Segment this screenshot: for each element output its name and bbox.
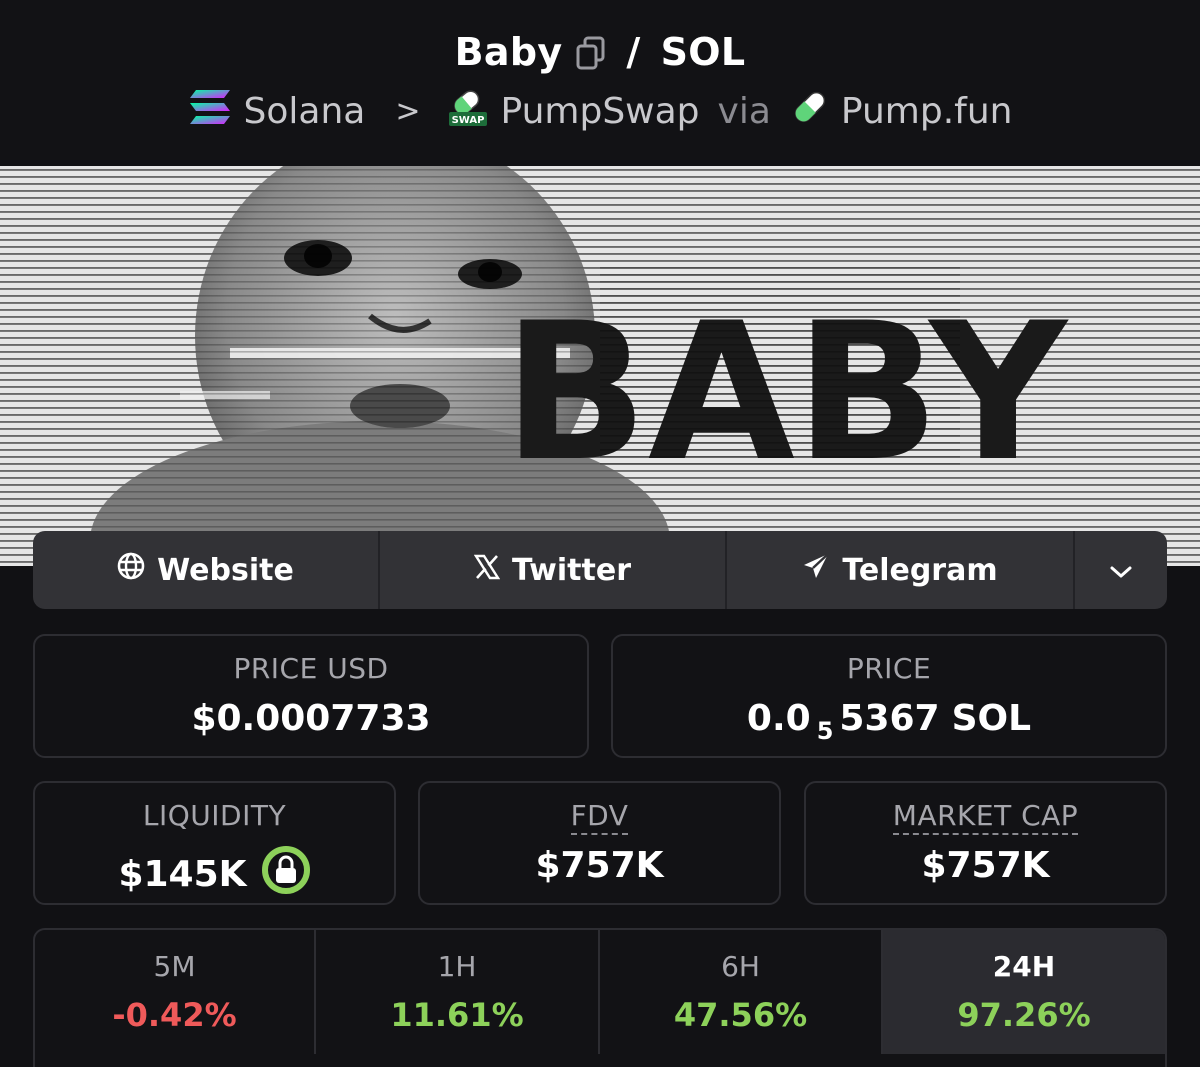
- period-label: 24H: [992, 950, 1056, 983]
- period-label: 1H: [437, 950, 477, 983]
- pumpswap-logo-icon: SWAP: [447, 86, 489, 137]
- locked-liquidity-icon[interactable]: [261, 845, 311, 904]
- price-native-value: 0.0 5 5367 SOL: [613, 698, 1165, 745]
- breadcrumb: Solana > SWAP PumpSwap via Pump.fun: [0, 86, 1200, 136]
- telegram-button[interactable]: Telegram: [727, 531, 1075, 609]
- price-native-label: PRICE: [846, 652, 932, 685]
- tab-24h[interactable]: 24H 97.26%: [883, 930, 1165, 1054]
- period-label: 6H: [721, 950, 760, 983]
- change-value: 11.61%: [390, 996, 524, 1034]
- via-label: via: [717, 90, 771, 132]
- chevron-right-icon: >: [395, 93, 421, 129]
- market-cap-label[interactable]: MARKET CAP: [806, 799, 1165, 835]
- pair-separator: /: [626, 30, 641, 74]
- launchpad-link[interactable]: Pump.fun: [791, 88, 1013, 135]
- pair-header: Baby / SOL Solana > SWAP PumpSwap via Pu…: [0, 0, 1200, 166]
- telegram-label: Telegram: [842, 552, 998, 588]
- fdv-value: $757K: [535, 845, 664, 886]
- token-name: Baby: [454, 30, 563, 74]
- twitter-label: Twitter: [512, 552, 631, 588]
- fdv-card: FDV $757K: [418, 781, 781, 905]
- liquidity-card: LIQUIDITY $145K: [33, 781, 396, 905]
- more-links-button[interactable]: [1075, 531, 1167, 609]
- token-banner-image: BABY: [0, 166, 1200, 566]
- price-change-tabs: 5M -0.42% 1H 11.61% 6H 47.56% 24H 97.26%: [33, 928, 1167, 1067]
- tab-6h[interactable]: 6H 47.56%: [600, 930, 883, 1054]
- chain-link[interactable]: Solana: [188, 88, 366, 135]
- social-links-bar: Website Twitter Telegram: [33, 531, 1167, 609]
- tab-1h[interactable]: 1H 11.61%: [316, 930, 600, 1054]
- dex-link[interactable]: SWAP PumpSwap: [447, 86, 700, 137]
- website-button[interactable]: Website: [33, 531, 380, 609]
- price-native-card: PRICE 0.0 5 5367 SOL: [611, 634, 1167, 758]
- price-usd-label: PRICE USD: [233, 652, 389, 685]
- price-native-unit: SOL: [951, 698, 1032, 739]
- svg-text:SWAP: SWAP: [451, 115, 484, 126]
- pill-icon: [791, 88, 829, 135]
- liquidity-label: LIQUIDITY: [142, 799, 287, 832]
- launchpad-label: Pump.fun: [840, 90, 1013, 132]
- price-usd-amount: $0.0007733: [191, 698, 431, 739]
- chain-label: Solana: [243, 90, 366, 132]
- price-usd-card: PRICE USD $0.0007733: [33, 634, 589, 758]
- price-usd-value: $0.0007733: [35, 698, 587, 739]
- solana-logo-icon: [188, 88, 232, 135]
- chevron-down-icon: [1109, 553, 1133, 588]
- liquidity-value: $145K: [35, 845, 394, 904]
- liquidity-amount: $145K: [118, 854, 247, 895]
- market-cap-card: MARKET CAP $757K: [804, 781, 1167, 905]
- tab-5m[interactable]: 5M -0.42%: [35, 930, 316, 1054]
- period-label: 5M: [153, 950, 196, 983]
- pair-title: Baby / SOL: [0, 26, 1200, 78]
- price-native-digits: 5367: [839, 698, 940, 739]
- quote-token: SOL: [660, 30, 746, 74]
- copy-icon[interactable]: [576, 35, 606, 70]
- fdv-label[interactable]: FDV: [420, 799, 779, 835]
- market-cap-value: $757K: [921, 845, 1050, 886]
- token-pair-page: Baby / SOL Solana > SWAP PumpSwap via Pu…: [0, 0, 1200, 1067]
- telegram-icon: [802, 552, 830, 588]
- x-logo-icon: [473, 553, 501, 588]
- twitter-button[interactable]: Twitter: [380, 531, 727, 609]
- price-native-zero-count: 5: [816, 716, 834, 745]
- change-value: 47.56%: [673, 996, 808, 1034]
- price-native-prefix: 0.0: [746, 698, 811, 739]
- dex-label: PumpSwap: [500, 90, 700, 132]
- change-value: -0.42%: [112, 996, 237, 1034]
- change-value: 97.26%: [957, 996, 1091, 1034]
- website-label: Website: [157, 552, 294, 588]
- globe-icon: [117, 552, 145, 588]
